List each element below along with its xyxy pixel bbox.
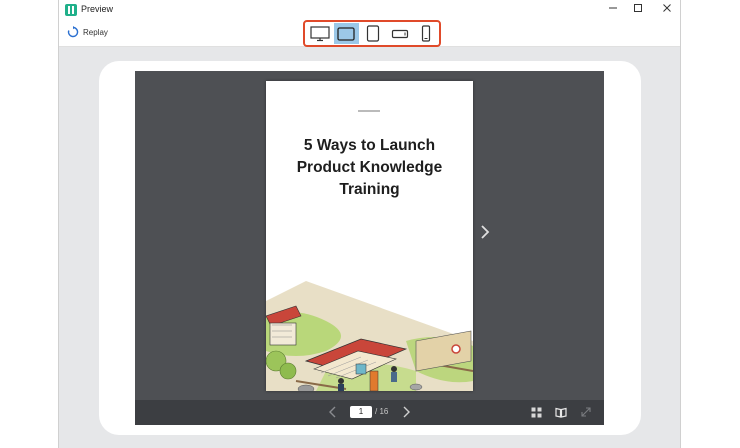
replay-button[interactable]: Replay	[67, 26, 108, 38]
page-title: 5 Ways to Launch Product Knowledge Train…	[296, 137, 443, 198]
device-desktop-button[interactable]	[307, 23, 333, 44]
tablet-portrait-icon	[366, 25, 380, 42]
title-divider	[358, 110, 380, 112]
prev-page-icon[interactable]	[328, 405, 338, 419]
monitor-icon	[310, 25, 330, 41]
device-phone-landscape-button[interactable]	[387, 23, 413, 44]
next-page-arrow-icon[interactable]	[479, 224, 491, 240]
device-phone-portrait-button[interactable]	[413, 23, 439, 44]
fullscreen-icon[interactable]	[581, 407, 591, 417]
replay-icon	[67, 26, 79, 38]
grid-view-icon[interactable]	[531, 407, 542, 418]
page-number-input[interactable]: 1	[350, 406, 372, 418]
title-bar: Preview	[59, 0, 680, 20]
maximize-button[interactable]	[630, 2, 646, 18]
maximize-icon	[634, 4, 642, 12]
flipbook-viewer: 5 Ways to Launch Product Knowledge Train…	[135, 71, 604, 425]
app-icon	[65, 4, 77, 16]
toolbar: Replay	[59, 20, 680, 47]
replay-label: Replay	[83, 27, 108, 37]
tablet-landscape-icon	[337, 26, 356, 41]
window-title: Preview	[81, 4, 114, 14]
device-tablet-portrait-button[interactable]	[360, 23, 386, 44]
book-view-icon[interactable]	[555, 407, 567, 418]
next-page-icon[interactable]	[401, 405, 411, 419]
viewer-toolbar: 1 / 16	[135, 400, 604, 425]
close-icon	[663, 4, 671, 12]
page-total: / 16	[375, 407, 389, 416]
phone-portrait-icon	[422, 25, 431, 42]
minimize-icon	[609, 7, 617, 9]
book-page: 5 Ways to Launch Product Knowledge Train…	[266, 81, 473, 391]
close-button[interactable]	[659, 2, 675, 18]
minimize-button[interactable]	[605, 2, 621, 18]
preview-window: Preview Replay 5 Ways to Launch Product …	[58, 0, 681, 448]
device-tablet-landscape-button[interactable]	[333, 23, 360, 44]
device-selector	[303, 20, 441, 47]
phone-landscape-icon	[391, 29, 408, 38]
japanese-village-archery-illustration	[266, 281, 473, 391]
